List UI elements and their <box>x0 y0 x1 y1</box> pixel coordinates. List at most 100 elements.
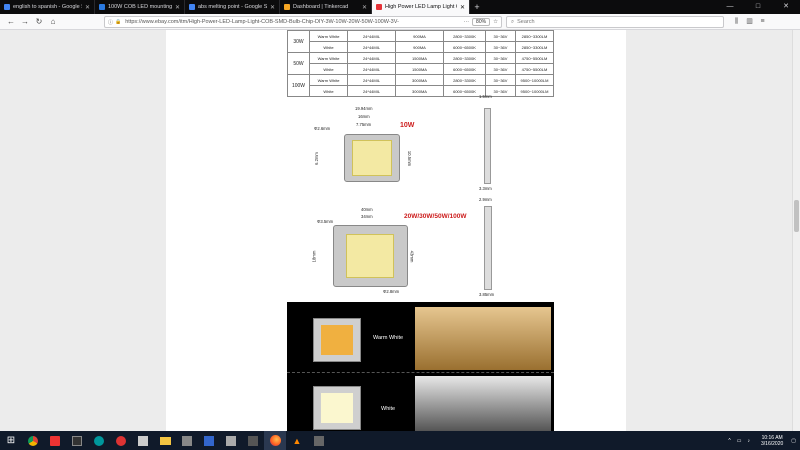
cell-color: White <box>309 85 348 97</box>
file-explorer-icon[interactable] <box>154 431 176 450</box>
cell-cct: 2800~3300K <box>443 52 486 64</box>
dim-label: Φ2.8mm <box>383 289 400 294</box>
white-label: White <box>381 406 396 412</box>
close-window-button[interactable]: ✕ <box>772 0 800 14</box>
library-icon[interactable]: ⫼ <box>730 15 743 29</box>
zoom-indicator[interactable]: 80% <box>472 18 491 26</box>
tab-3[interactable]: abs melting point - Google Sea ✕ <box>185 0 280 14</box>
cell-current: 1500MA <box>395 63 444 75</box>
cell-current: 900MA <box>395 41 444 53</box>
dim-label: 1.5mm <box>479 94 492 99</box>
scrollbar[interactable] <box>792 30 800 431</box>
app-icon[interactable] <box>220 431 242 450</box>
info-icon[interactable]: ⓘ <box>108 19 113 26</box>
windows-start-icon[interactable]: ⊞ <box>0 431 22 450</box>
tab-title: abs melting point - Google Sea <box>198 4 267 10</box>
divider <box>287 372 554 373</box>
sidebar-icon[interactable]: ▥ <box>743 15 756 29</box>
tab-4[interactable]: Dashboard | Tinkercad ✕ <box>280 0 372 14</box>
table-row: White 24*44MIL 3000MA 6000~6500K 30~36V … <box>288 85 554 97</box>
app-icon[interactable] <box>110 431 132 450</box>
cell-volt: 30~36V <box>485 30 516 42</box>
gallery-icon[interactable] <box>44 431 66 450</box>
system-tray: ^ ▭ ♪ 10:16 AM 3/16/2020 ▢ <box>725 435 800 447</box>
tab-1[interactable]: english to spanish - Google Se ✕ <box>0 0 95 14</box>
app-icon[interactable] <box>66 431 88 450</box>
dim-label: 43mm <box>409 250 415 263</box>
dim-label: 18mm <box>311 250 317 263</box>
close-icon[interactable]: ✕ <box>270 4 275 11</box>
url-text: https://www.ebay.com/itm/High-Power-LED-… <box>125 19 399 25</box>
close-icon[interactable]: ✕ <box>175 4 180 11</box>
cell-color: Warm White <box>309 30 348 42</box>
app-icon[interactable] <box>132 431 154 450</box>
dim-label: Φ3.5mm <box>317 219 334 224</box>
back-icon[interactable]: ← <box>4 15 18 29</box>
dim-label: 40mm <box>361 207 373 212</box>
google-icon <box>189 4 195 10</box>
clock[interactable]: 10:16 AM 3/16/2020 <box>761 435 783 447</box>
dim-label: 7.75mm <box>356 122 372 127</box>
app-icon[interactable] <box>308 431 330 450</box>
close-icon[interactable]: ✕ <box>460 4 465 11</box>
app-icon[interactable] <box>176 431 198 450</box>
menu-icon[interactable]: ≡ <box>756 15 769 29</box>
cell-current: 900MA <box>395 30 444 42</box>
cell-color: White <box>309 41 348 53</box>
cell-power: 100W <box>287 74 310 97</box>
warm-chip <box>313 318 361 362</box>
cell-cct: 2800~3300K <box>443 74 486 86</box>
home-icon[interactable]: ⌂ <box>46 15 60 29</box>
tab-bar: english to spanish - Google Se ✕ 100W CO… <box>0 0 800 14</box>
table-row: White 24*44MIL 900MA 6000~6500K 30~36V 2… <box>288 41 554 53</box>
network-icon[interactable]: ▭ <box>737 438 742 444</box>
chip-100w-emitter <box>346 234 394 278</box>
volume-icon[interactable]: ♪ <box>748 438 751 444</box>
scrollbar-thumb[interactable] <box>794 200 799 232</box>
lock-icon: 🔒 <box>115 19 122 25</box>
warm-emitter <box>321 325 353 355</box>
tray-arrow-icon[interactable]: ^ <box>728 438 730 444</box>
notifications-icon[interactable]: ▢ <box>791 438 796 444</box>
table-row: 100W Warm White 24*44MIL 3000MA 2800~330… <box>287 74 554 97</box>
app-icon[interactable] <box>242 431 264 450</box>
nav-bar: ← → ↻ ⌂ ⓘ 🔒 https://www.ebay.com/itm/Hig… <box>0 14 800 30</box>
tab-5-active[interactable]: High Power LED Lamp Light C ✕ <box>372 0 470 14</box>
reload-icon[interactable]: ↻ <box>32 15 46 29</box>
warm-white-label: Warm White <box>373 335 404 341</box>
cell-lm: 4750~5500LM <box>515 52 554 64</box>
more-icon[interactable]: ··· <box>464 19 470 25</box>
window-controls: — □ ✕ <box>716 0 800 14</box>
url-bar[interactable]: ⓘ 🔒 https://www.ebay.com/itm/High-Power-… <box>104 16 502 28</box>
maximize-button[interactable]: □ <box>744 0 772 14</box>
tab-2[interactable]: 100W COB LED mounting pla ✕ <box>95 0 185 14</box>
dim-label: 19.94mm <box>355 106 373 111</box>
dim-label: 10.5mm <box>407 150 413 167</box>
search-icon: ⌕ <box>511 18 515 25</box>
app-icon[interactable] <box>198 431 220 450</box>
cell-current: 1500MA <box>395 52 444 64</box>
new-tab-button[interactable]: + <box>470 0 484 14</box>
cell-size: 24*44MIL <box>347 85 396 97</box>
table-row: 30W Warm White 24*44MIL 900MA 2800~3300K… <box>287 30 554 53</box>
warm-light-photo <box>415 307 551 370</box>
cell-lm: 2850~3300LM <box>515 41 554 53</box>
cell-volt: 30~36V <box>485 52 516 64</box>
chrome-icon[interactable] <box>22 431 44 450</box>
close-icon[interactable]: ✕ <box>85 4 90 11</box>
forward-icon[interactable]: → <box>18 15 32 29</box>
cell-lm: 9500~10000LM <box>515 85 554 97</box>
clock-time: 10:16 AM <box>761 434 783 441</box>
close-icon[interactable]: ✕ <box>362 4 367 11</box>
cell-size: 24*44MIL <box>347 30 396 42</box>
vlc-icon[interactable]: ▲ <box>286 431 308 450</box>
dim-label: 6.2mm <box>313 152 319 165</box>
firefox-icon[interactable] <box>264 431 286 450</box>
cell-cct: 6000~6500K <box>443 41 486 53</box>
dim-label: 16mm <box>358 114 370 119</box>
arduino-icon[interactable] <box>88 431 110 450</box>
search-input[interactable]: ⌕ Search <box>506 16 724 28</box>
bookmark-star-icon[interactable]: ☆ <box>493 19 498 25</box>
cell-power: 30W <box>287 30 310 53</box>
minimize-button[interactable]: — <box>716 0 744 14</box>
